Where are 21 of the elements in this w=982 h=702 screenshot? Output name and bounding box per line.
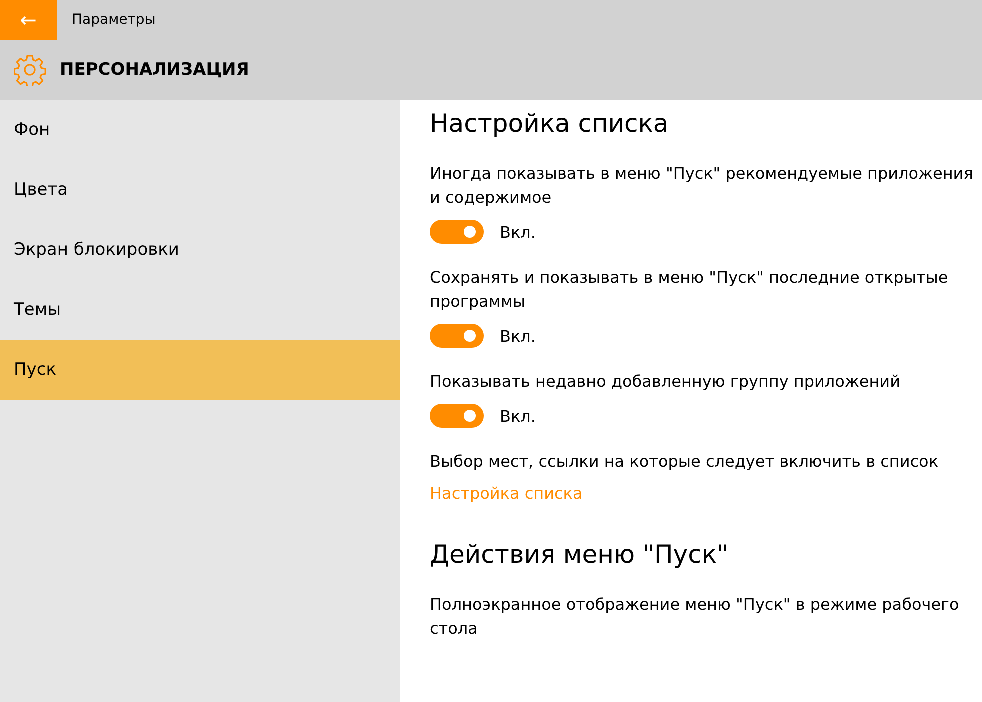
toggle-switch[interactable] — [430, 324, 484, 348]
setting-label: Показывать недавно добавленную группу приложений — [430, 371, 902, 393]
sidebar-item[interactable]: Темы — [0, 280, 400, 340]
toggle-state: Вкл. — [500, 326, 536, 346]
setting-label: Иногда показывать в меню "Пуск" рекомендуемые приложения и содержимое — [430, 163, 974, 209]
section-heading: Настройка списка — [430, 108, 670, 140]
toggle-switch[interactable] — [430, 404, 484, 428]
setting-label: Выбор мест, ссылки на которые следует включить в список — [430, 451, 940, 473]
sidebar-item[interactable]: Экран блокировки — [0, 220, 400, 280]
toggle-state: Вкл. — [500, 406, 536, 426]
sidebar-item[interactable]: Цвета — [0, 160, 400, 220]
toggle-state: Вкл. — [500, 222, 536, 242]
sidebar-item[interactable]: Фон — [0, 100, 400, 160]
page-title: ПЕРСОНАЛИЗАЦИЯ — [60, 60, 250, 80]
setting-label: Полноэкранное отображение меню "Пуск" в режиме рабочего стола — [430, 594, 960, 640]
settings-icon — [14, 54, 46, 86]
setting-label: Сохранять и показывать в меню "Пуск" последние открытые программы — [430, 267, 950, 313]
section-heading: Действия меню "Пуск" — [430, 539, 730, 571]
toggle-switch[interactable] — [430, 220, 484, 244]
sidebar-item[interactable]: Пуск — [0, 340, 400, 400]
window-title: Параметры — [72, 12, 156, 28]
